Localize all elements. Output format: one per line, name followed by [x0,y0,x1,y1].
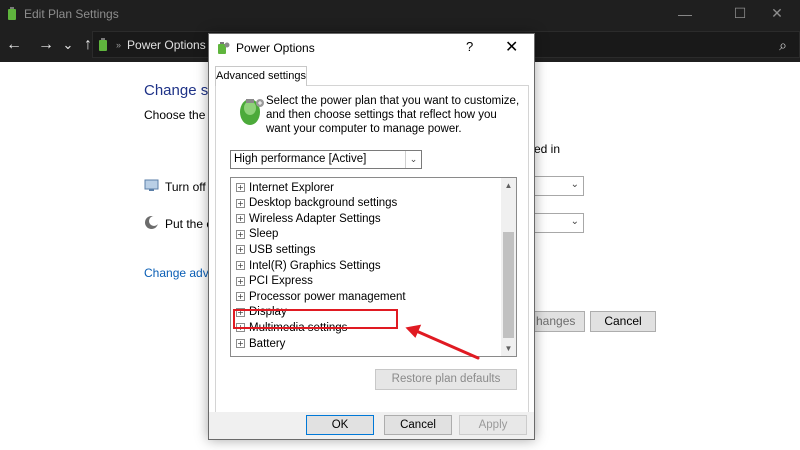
power-options-dialog: Power Options ? ✕ Advanced settings Sele… [208,33,535,440]
dialog-titlebar: Power Options ? ✕ [209,34,534,62]
tree-item[interactable]: + Desktop background settings [236,196,397,211]
apply-button[interactable]: Apply [459,415,527,435]
tree-item-label: Processor power management [249,290,406,303]
expand-plus-icon[interactable]: + [236,276,245,286]
tree-item-label: PCI Express [249,275,313,288]
tree-scrollbar[interactable]: ▲ ▼ [501,178,516,356]
sleep-select[interactable]: ⌄ [534,213,584,233]
scroll-up-arrow-icon[interactable]: ▲ [501,178,516,193]
dialog-title: Power Options [236,41,315,55]
window-close-button[interactable]: ✕ [754,0,800,27]
tree-item-label: USB settings [249,243,316,256]
expand-plus-icon[interactable]: + [236,245,245,255]
minimize-button[interactable]: — [662,0,708,27]
tree-item[interactable]: + PCI Express [236,274,313,289]
tree-item[interactable]: + Processor power management [236,289,406,304]
tree-item-label: Intel(R) Graphics Settings [249,259,381,272]
tree-item[interactable]: + Battery [236,336,285,351]
page-subtitle: Choose the sl [144,108,218,122]
power-options-location-icon [99,37,107,51]
tree-item-label: Internet Explorer [249,181,335,194]
instructions-text: Select the power plan that you want to c… [266,95,520,135]
tree-item-label: Desktop background settings [249,197,398,210]
back-button[interactable]: ← [4,35,24,55]
expand-plus-icon[interactable]: + [236,214,245,224]
sleep-moon-icon [145,216,159,229]
tree-item[interactable]: + Internet Explorer [236,180,334,195]
tree-item[interactable]: + Sleep [236,227,278,242]
turn-off-display-label: Turn off t [165,180,213,194]
expand-plus-icon[interactable]: + [236,183,245,192]
tree-item-label: Sleep [249,228,279,241]
red-arrow-annotation-icon [405,324,480,360]
window-titlebar: Edit Plan Settings — ☐ ✕ [0,0,800,27]
highlight-annotation-box [233,309,398,329]
tree-item[interactable]: + Intel(R) Graphics Settings [236,258,381,273]
background-cancel-button[interactable]: Cancel [590,311,656,332]
expand-plus-icon[interactable]: + [236,292,245,302]
advanced-settings-panel: Select the power plan that you want to c… [215,85,529,435]
page-heading: Change se [144,82,217,99]
dialog-footer: OK Cancel Apply [209,412,534,439]
chevron-down-icon: ⌄ [570,216,579,227]
power-plan-icon [240,99,264,125]
search-icon[interactable]: ⌕ [779,37,787,54]
breadcrumb-power-options[interactable]: Power Options [127,38,206,52]
help-button[interactable]: ? [466,39,473,54]
scroll-down-arrow-icon[interactable]: ▼ [501,341,516,356]
power-plan-select-value: High performance [Active] [234,153,367,165]
display-icon [144,179,159,191]
dialog-body: Advanced settings Select the power plan … [209,62,534,435]
expand-plus-icon[interactable]: + [236,261,245,270]
cancel-button[interactable]: Cancel [384,415,452,435]
forward-button[interactable]: → [36,35,56,55]
tab-advanced-settings[interactable]: Advanced settings [215,66,307,86]
dialog-close-button[interactable]: ✕ [505,37,518,57]
ok-button[interactable]: OK [306,415,374,435]
tree-item-label: Wireless Adapter Settings [249,212,381,225]
power-plan-select[interactable]: High performance [Active] ⌄ [230,150,422,169]
restore-plan-defaults-button[interactable]: Restore plan defaults [375,369,517,390]
recent-locations-button[interactable]: ⌄ [58,35,78,55]
expand-plus-icon[interactable]: + [236,229,245,239]
breadcrumb-separator: » [116,39,122,50]
power-options-dialog-icon [218,42,230,54]
chevron-down-icon: ⌄ [405,151,421,168]
column-header: ed in [534,142,561,156]
tree-item-label: Battery [249,337,286,350]
scroll-thumb[interactable] [503,232,514,338]
tree-item[interactable]: + Wireless Adapter Settings [236,211,381,226]
tree-item[interactable]: + USB settings [236,242,315,257]
expand-plus-icon[interactable]: + [236,339,245,348]
turn-off-display-select[interactable]: ⌄ [534,176,584,196]
power-options-app-icon [8,6,16,20]
window-title: Edit Plan Settings [24,6,119,21]
expand-plus-icon[interactable]: + [236,198,245,208]
chevron-down-icon: ⌄ [570,179,579,190]
